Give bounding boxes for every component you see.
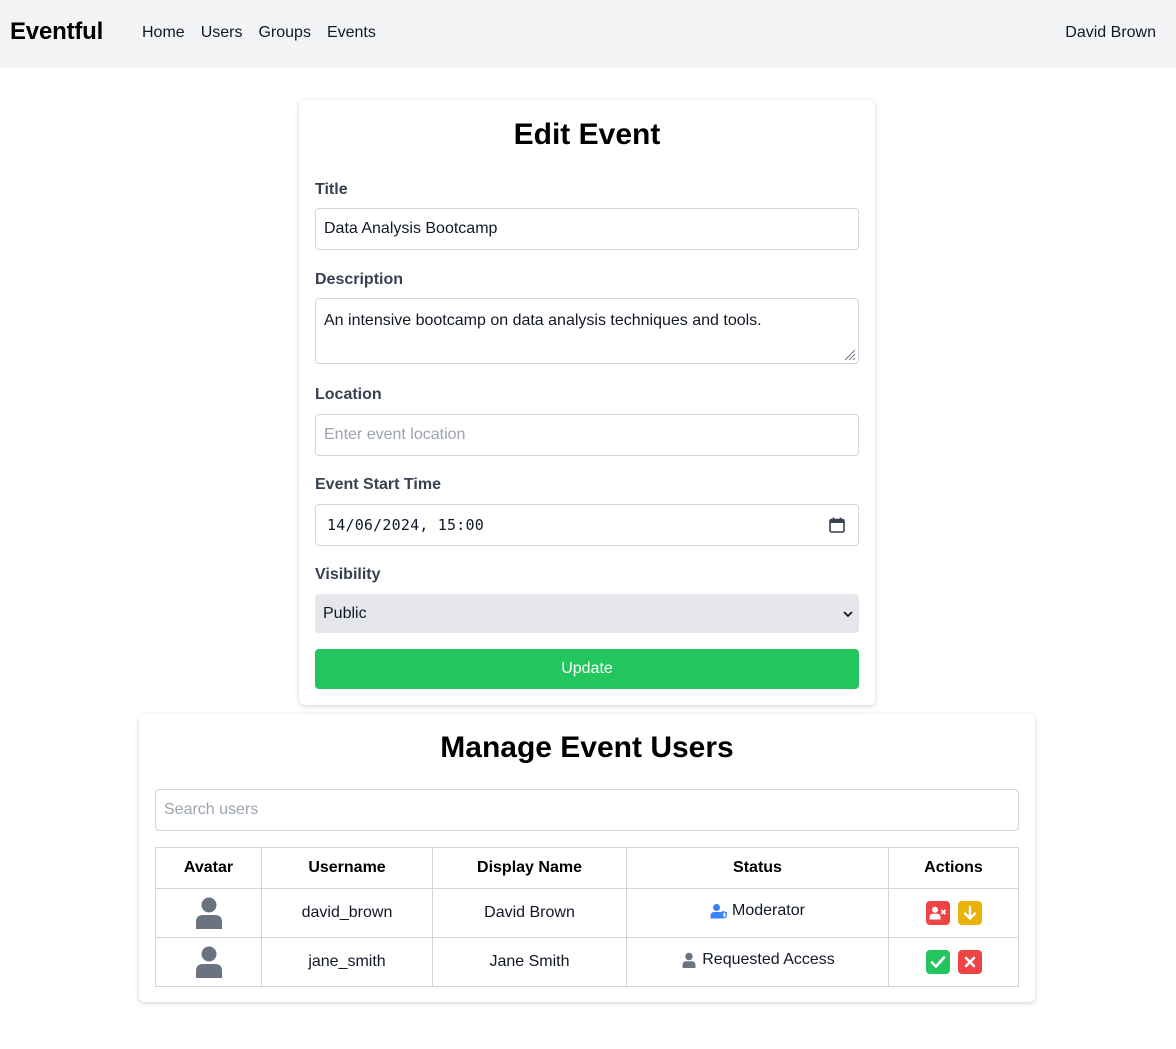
- title-input[interactable]: Data Analysis Bootcamp: [315, 208, 859, 250]
- avatar-cell: [155, 888, 262, 938]
- remove-moderator-icon: [929, 906, 946, 920]
- resize-handle-icon[interactable]: [842, 347, 856, 361]
- header-display-name: Display Name: [432, 847, 627, 889]
- nav-link-events[interactable]: Events: [327, 24, 376, 42]
- description-textarea-value: An intensive bootcamp on data analysis t…: [324, 312, 762, 329]
- table-row: david_brown David Brown Moderator: [155, 888, 1019, 938]
- visibility-selected-value: Public: [323, 604, 367, 622]
- calendar-icon[interactable]: [828, 516, 846, 534]
- visibility-label: Visibility: [315, 566, 381, 583]
- actions-cell: [888, 937, 1019, 987]
- manage-users-card: Manage Event Users Search users Avatar U…: [139, 714, 1035, 1002]
- description-label: Description: [315, 271, 404, 288]
- status-cell: Requested Access: [626, 937, 889, 987]
- edit-event-card: Edit Event Title Data Analysis Bootcamp …: [299, 100, 875, 705]
- search-users-input[interactable]: Search users: [155, 789, 1019, 831]
- remove-moderator-button[interactable]: [925, 901, 950, 925]
- update-button[interactable]: Update: [315, 649, 859, 689]
- demote-icon: [963, 905, 976, 920]
- title-input-value: Data Analysis Bootcamp: [324, 220, 498, 237]
- edit-event-title: Edit Event: [513, 118, 661, 151]
- status-text: Moderator: [732, 902, 805, 919]
- chevron-down-icon: [843, 611, 853, 618]
- start-time-label: Event Start Time: [315, 476, 441, 493]
- event-users-table: Avatar Username Display Name Status Acti…: [155, 847, 1019, 987]
- header-status: Status: [626, 847, 889, 889]
- username-cell: david_brown: [261, 888, 433, 938]
- header-actions: Actions: [888, 847, 1019, 889]
- start-time-input[interactable]: 14/06/2024, 15:00: [315, 504, 859, 546]
- nav-link-home[interactable]: Home: [142, 24, 185, 42]
- display-name-cell: Jane Smith: [432, 937, 627, 987]
- nav-link-users[interactable]: Users: [201, 24, 243, 42]
- header-avatar: Avatar: [155, 847, 262, 889]
- navbar: Eventful Home Users Groups Events David …: [0, 0, 1176, 68]
- avatar-icon: [195, 897, 222, 929]
- visibility-select[interactable]: Public: [315, 594, 859, 633]
- approve-button[interactable]: [925, 950, 950, 974]
- description-textarea[interactable]: An intensive bootcamp on data analysis t…: [315, 298, 859, 364]
- nav-links: Home Users Groups Events: [142, 24, 376, 42]
- demote-button[interactable]: [957, 901, 982, 925]
- status-text: Requested Access: [702, 951, 835, 968]
- location-input[interactable]: Enter event location: [315, 414, 859, 456]
- table-header-row: Avatar Username Display Name Status Acti…: [155, 847, 1019, 889]
- reject-button[interactable]: [957, 950, 982, 974]
- status-cell: Moderator: [626, 888, 889, 938]
- current-user-menu[interactable]: David Brown: [1065, 24, 1156, 42]
- approve-icon: [930, 956, 945, 968]
- avatar-icon: [195, 946, 222, 978]
- user-icon: [682, 952, 696, 968]
- user-shield-icon: [710, 904, 728, 919]
- display-name-cell: David Brown: [432, 888, 627, 938]
- header-username: Username: [261, 847, 433, 889]
- brand-logo[interactable]: Eventful: [10, 18, 103, 46]
- manage-users-title: Manage Event Users: [440, 731, 734, 764]
- search-users-placeholder: Search users: [164, 801, 259, 818]
- username-cell: jane_smith: [261, 937, 433, 987]
- location-placeholder: Enter event location: [324, 426, 466, 443]
- title-label: Title: [315, 181, 348, 198]
- reject-icon: [964, 956, 975, 968]
- table-row: jane_smith Jane Smith Requested Access: [155, 937, 1019, 987]
- avatar-cell: [155, 937, 262, 987]
- location-label: Location: [315, 386, 382, 403]
- actions-cell: [888, 888, 1019, 938]
- nav-link-groups[interactable]: Groups: [258, 24, 310, 42]
- start-time-value: 14/06/2024, 15:00: [327, 516, 484, 534]
